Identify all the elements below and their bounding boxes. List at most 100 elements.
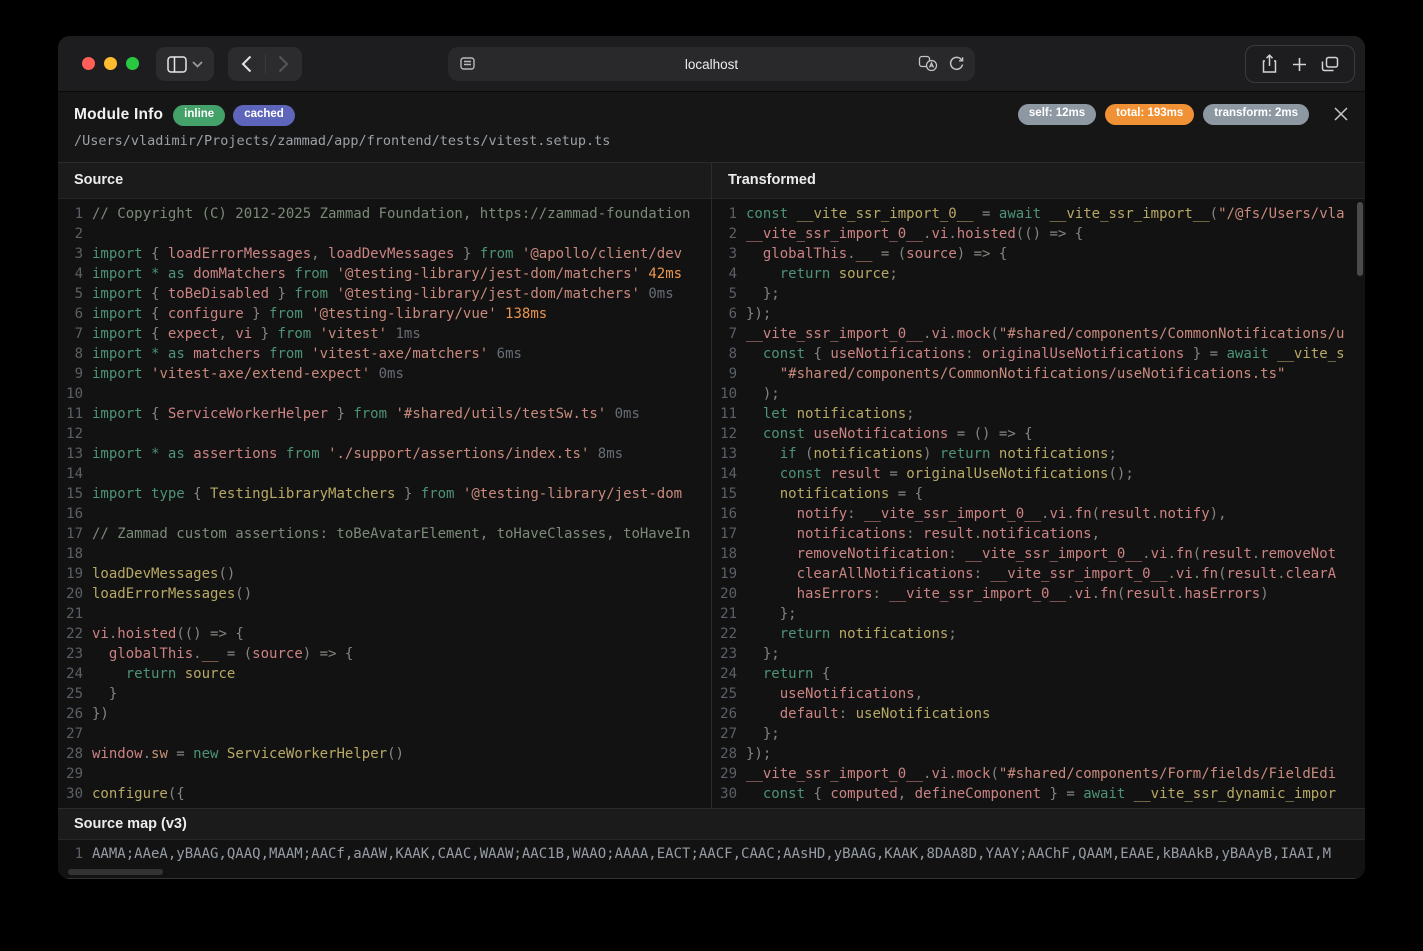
code-line: 22 return notifications; bbox=[712, 624, 1365, 644]
code-line: 20loadErrorMessages() bbox=[58, 584, 711, 604]
sourcemap-code[interactable]: 1AAMA;AAeA,yBAAG,QAAQ,MAAM;AACf,aAAW,KAA… bbox=[58, 840, 1365, 878]
close-window-button[interactable] bbox=[82, 57, 95, 70]
code-line: 27 bbox=[58, 724, 711, 744]
timing-badge: self: 12ms bbox=[1018, 104, 1096, 125]
browser-toolbar: localhost bbox=[58, 36, 1365, 92]
line-number: 24 bbox=[712, 664, 746, 684]
source-code[interactable]: 1// Copyright (C) 2012-2025 Zammad Found… bbox=[58, 199, 711, 808]
module-badge: inline bbox=[173, 105, 225, 126]
line-number: 5 bbox=[58, 284, 92, 304]
code-line: 28window.sw = new ServiceWorkerHelper() bbox=[58, 744, 711, 764]
address-bar[interactable]: localhost bbox=[448, 47, 975, 81]
line-number: 1 bbox=[58, 844, 92, 864]
line-number: 14 bbox=[712, 464, 746, 484]
code-line: 19 clearAllNotifications: __vite_ssr_imp… bbox=[712, 564, 1365, 584]
line-number: 4 bbox=[58, 264, 92, 284]
share-icon bbox=[1261, 54, 1278, 74]
line-number: 20 bbox=[712, 584, 746, 604]
code-line: 3import { loadErrorMessages, loadDevMess… bbox=[58, 244, 711, 264]
line-number: 30 bbox=[712, 784, 746, 804]
code-line: 4import * as domMatchers from '@testing-… bbox=[58, 264, 711, 284]
code-line: 25 useNotifications, bbox=[712, 684, 1365, 704]
reader-icon[interactable] bbox=[459, 55, 476, 72]
horizontal-scrollbar[interactable] bbox=[68, 869, 163, 875]
close-icon bbox=[1332, 105, 1350, 123]
code-line: 11 let notifications; bbox=[712, 404, 1365, 424]
tab-overview-button[interactable] bbox=[1321, 56, 1339, 72]
line-number: 8 bbox=[712, 344, 746, 364]
line-number: 15 bbox=[712, 484, 746, 504]
reload-icon[interactable] bbox=[948, 55, 965, 72]
line-number: 12 bbox=[58, 424, 92, 444]
line-number: 5 bbox=[712, 284, 746, 304]
code-line: 10 ); bbox=[712, 384, 1365, 404]
vertical-scrollbar[interactable] bbox=[1357, 202, 1363, 276]
minimize-window-button[interactable] bbox=[104, 57, 117, 70]
new-tab-icon bbox=[1292, 57, 1307, 72]
line-number: 21 bbox=[58, 604, 92, 624]
code-line: 24 return { bbox=[712, 664, 1365, 684]
code-line: 25 } bbox=[58, 684, 711, 704]
code-line: 13 if (notifications) return notificatio… bbox=[712, 444, 1365, 464]
code-line: 17// Zammad custom assertions: toBeAvata… bbox=[58, 524, 711, 544]
line-number: 11 bbox=[712, 404, 746, 424]
line-number: 16 bbox=[58, 504, 92, 524]
line-number: 22 bbox=[712, 624, 746, 644]
line-number: 22 bbox=[58, 624, 92, 644]
code-panels: Source 1// Copyright (C) 2012-2025 Zamma… bbox=[58, 163, 1365, 808]
translate-icon[interactable] bbox=[918, 55, 938, 72]
line-number: 7 bbox=[712, 324, 746, 344]
tab-overview-icon bbox=[1321, 56, 1339, 72]
code-line: 19loadDevMessages() bbox=[58, 564, 711, 584]
code-line: 6import { configure } from '@testing-lib… bbox=[58, 304, 711, 324]
line-number: 8 bbox=[58, 344, 92, 364]
sidebar-icon bbox=[167, 56, 187, 73]
line-number: 29 bbox=[712, 764, 746, 784]
code-line: 29 bbox=[58, 764, 711, 784]
line-number: 15 bbox=[58, 484, 92, 504]
code-line: 26 default: useNotifications bbox=[712, 704, 1365, 724]
transformed-code[interactable]: 1const __vite_ssr_import_0__ = await __v… bbox=[712, 199, 1365, 808]
forward-button[interactable] bbox=[265, 47, 302, 81]
line-number: 18 bbox=[58, 544, 92, 564]
code-line: 18 removeNotification: __vite_ssr_import… bbox=[712, 544, 1365, 564]
code-line: 26}) bbox=[58, 704, 711, 724]
back-button[interactable] bbox=[228, 47, 265, 81]
share-button[interactable] bbox=[1261, 54, 1278, 74]
line-number: 20 bbox=[58, 584, 92, 604]
line-number: 17 bbox=[58, 524, 92, 544]
code-line: 2 bbox=[58, 224, 711, 244]
module-info-header: Module Info inlinecached self: 12mstotal… bbox=[58, 92, 1365, 163]
code-line: 28}); bbox=[712, 744, 1365, 764]
transformed-panel-title: Transformed bbox=[712, 163, 1365, 199]
line-number: 14 bbox=[58, 464, 92, 484]
line-number: 3 bbox=[58, 244, 92, 264]
line-number: 7 bbox=[58, 324, 92, 344]
code-line: 20 hasErrors: __vite_ssr_import_0__.vi.f… bbox=[712, 584, 1365, 604]
code-line: 1// Copyright (C) 2012-2025 Zammad Found… bbox=[58, 204, 711, 224]
module-badge: cached bbox=[233, 105, 295, 126]
line-number: 25 bbox=[712, 684, 746, 704]
code-line: 3 globalThis.__ = (source) => { bbox=[712, 244, 1365, 264]
code-line: 7import { expect, vi } from 'vitest' 1ms bbox=[58, 324, 711, 344]
line-number: 9 bbox=[712, 364, 746, 384]
code-line: 2__vite_ssr_import_0__.vi.hoisted(() => … bbox=[712, 224, 1365, 244]
sidebar-toggle-button[interactable] bbox=[156, 47, 214, 81]
code-line: 10 bbox=[58, 384, 711, 404]
new-tab-button[interactable] bbox=[1292, 57, 1307, 72]
line-number: 26 bbox=[58, 704, 92, 724]
code-line: 29__vite_ssr_import_0__.vi.mock("#shared… bbox=[712, 764, 1365, 784]
nav-buttons bbox=[228, 47, 302, 81]
line-number: 24 bbox=[58, 664, 92, 684]
code-line: 6}); bbox=[712, 304, 1365, 324]
code-line: 8import * as matchers from 'vitest-axe/m… bbox=[58, 344, 711, 364]
code-line: 22vi.hoisted(() => { bbox=[58, 624, 711, 644]
line-number: 2 bbox=[58, 224, 92, 244]
close-panel-button[interactable] bbox=[1332, 105, 1350, 123]
zoom-window-button[interactable] bbox=[126, 57, 139, 70]
code-line: 16 notify: __vite_ssr_import_0__.vi.fn(r… bbox=[712, 504, 1365, 524]
code-line: 13import * as assertions from './support… bbox=[58, 444, 711, 464]
code-line: 12 const useNotifications = () => { bbox=[712, 424, 1365, 444]
source-panel: Source 1// Copyright (C) 2012-2025 Zamma… bbox=[58, 163, 711, 808]
code-line: 9 "#shared/components/CommonNotification… bbox=[712, 364, 1365, 384]
